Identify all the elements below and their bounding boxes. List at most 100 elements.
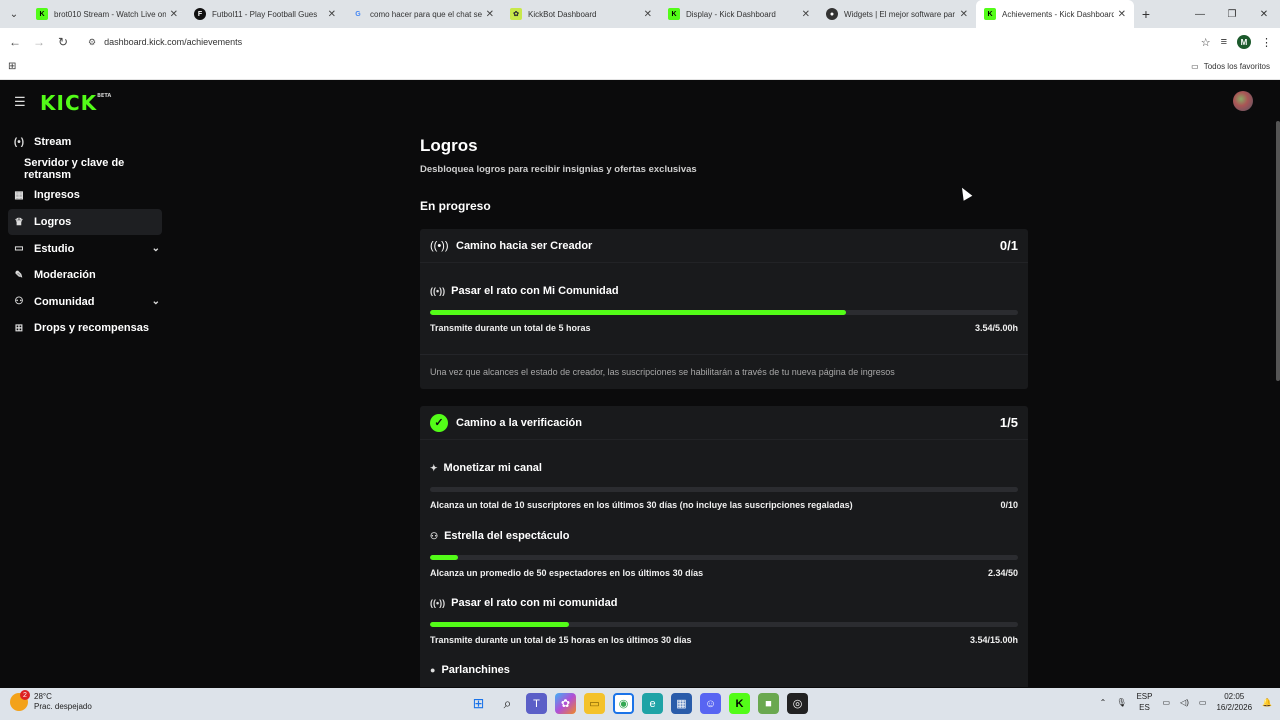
minimize-icon[interactable]: —: [1184, 0, 1216, 28]
teams-icon[interactable]: T: [526, 693, 547, 714]
site-info-icon[interactable]: ⚙: [88, 37, 96, 48]
viewers-icon: ⚇: [430, 530, 439, 541]
tab-search-icon[interactable]: ⌄: [0, 0, 28, 28]
language-indicator[interactable]: ESP ES: [1136, 691, 1152, 713]
close-icon[interactable]: ✕: [1118, 9, 1126, 20]
chrome-icon[interactable]: ◉: [613, 693, 634, 714]
section-heading: En progreso: [420, 199, 491, 213]
close-icon[interactable]: ✕: [328, 9, 336, 20]
weather-widget[interactable]: 2 28°C Prac. despejado: [10, 690, 92, 712]
sidebar-item-moderation[interactable]: ✎ Moderación: [8, 262, 168, 289]
bookmark-star-icon[interactable]: ☆: [1201, 36, 1211, 49]
beta-tag: BETA: [97, 93, 112, 99]
card-header[interactable]: ((•)) Camino hacia ser Creador 0/1: [420, 229, 1028, 263]
user-avatar[interactable]: [1233, 91, 1253, 111]
maximize-icon[interactable]: ❐: [1216, 0, 1248, 28]
discord-icon[interactable]: ☺: [700, 693, 721, 714]
tab-4[interactable]: K Display - Kick Dashboard ✕: [660, 0, 818, 28]
tab-title: Widgets | El mejor software par: [844, 9, 956, 19]
task-description: Alcanza un promedio de 50 espectadores e…: [430, 568, 704, 578]
task-title-text: Parlanchines: [441, 664, 510, 676]
microphone-icon[interactable]: 🎙: [1116, 698, 1126, 707]
reload-icon[interactable]: ↻: [51, 28, 75, 56]
minecraft-icon[interactable]: ■: [758, 693, 779, 714]
all-bookmarks-button[interactable]: ▭ Todos los favoritos: [1191, 62, 1270, 71]
close-icon[interactable]: ✕: [486, 9, 494, 20]
clock-time: 02:05: [1224, 692, 1245, 701]
sidebar-item-community[interactable]: ⚇ Comunidad ⌄: [8, 289, 168, 316]
broadcast-icon: ((•)): [430, 598, 446, 608]
more-menu-icon[interactable]: ⋮: [1261, 36, 1272, 49]
clock[interactable]: 02:05 16/2/2026: [1216, 691, 1252, 713]
media-controls-icon[interactable]: ≡: [1221, 36, 1227, 48]
close-icon[interactable]: ✕: [802, 9, 810, 20]
tab-0[interactable]: Kbrot010 Stream - Watch Live on ✕: [28, 0, 186, 28]
sidebar-item-label: Estudio: [34, 242, 75, 255]
sidebar-item-label: Ingresos: [34, 189, 80, 202]
profile-avatar[interactable]: M: [1237, 35, 1251, 49]
back-icon[interactable]: ←: [3, 28, 27, 56]
page-scrollbar[interactable]: [1276, 121, 1280, 381]
close-icon[interactable]: ✕: [170, 9, 178, 20]
task-title-text: Pasar el rato con Mi Comunidad: [451, 285, 619, 297]
achievement-task: ((•)) Pasar el rato con Mi Comunidad Tran…: [430, 285, 1018, 333]
task-description: Transmite durante un total de 5 horas: [430, 323, 591, 333]
all-bookmarks-label: Todos los favoritos: [1203, 62, 1270, 71]
calculator-icon[interactable]: ▦: [671, 693, 692, 714]
kick-dashboard: ☰ KICKBETA (•) Stream Servidor y clave de…: [0, 81, 1280, 687]
tab-2[interactable]: Gcomo hacer para que el chat se ✕: [344, 0, 502, 28]
network-icon[interactable]: ▭: [1162, 698, 1170, 707]
chat-bubble-icon: ●: [430, 665, 436, 675]
battery-icon[interactable]: ▭: [1199, 698, 1207, 707]
card-note: Una vez que alcances el estado de creado…: [420, 354, 1028, 389]
wrench-icon: ✎: [14, 269, 24, 281]
notifications-icon[interactable]: 🔔: [1262, 698, 1272, 707]
sidebar-item-server-key[interactable]: Servidor y clave de retransm: [8, 156, 168, 183]
sidebar-item-drops[interactable]: ⊞ Drops y recompensas: [8, 315, 168, 342]
os-taskbar: 2 28°C Prac. despejado ⊞ ⌕ T ✿ ▭ ◉ e ▦ ☺ …: [0, 688, 1280, 720]
sidebar-item-label: Logros: [34, 216, 72, 229]
new-tab-icon[interactable]: +: [1134, 6, 1158, 22]
sparkle-icon: ✦: [430, 462, 438, 473]
sidebar-item-label: Stream: [34, 136, 72, 149]
chevron-up-icon[interactable]: ⌃: [1100, 698, 1107, 707]
apps-grid-icon[interactable]: ⊞: [8, 61, 16, 72]
obs-icon[interactable]: ◎: [787, 693, 808, 714]
close-window-icon[interactable]: ✕: [1248, 0, 1280, 28]
windows-start-icon[interactable]: ⊞: [468, 693, 489, 714]
hamburger-menu-icon[interactable]: ☰: [14, 94, 26, 110]
system-tray: ⌃ 🎙 ESP ES ▭ ◁) ▭ 02:05 16/2/2026 🔔: [1100, 691, 1272, 713]
folder-icon: ▭: [1191, 62, 1199, 71]
forward-icon[interactable]: →: [27, 28, 51, 56]
progress-fill: [430, 555, 458, 560]
tab-title: brot010 Stream - Watch Live on: [54, 9, 166, 19]
logo-text: KICK: [40, 91, 98, 115]
kick-app-icon[interactable]: K: [729, 693, 750, 714]
tab-title: Achievements - Kick Dashboard: [1002, 9, 1114, 19]
search-icon[interactable]: ⌕: [497, 693, 518, 714]
sidebar-item-studio[interactable]: ▭ Estudio ⌄: [8, 235, 168, 262]
file-explorer-icon[interactable]: ▭: [584, 693, 605, 714]
close-icon[interactable]: ✕: [644, 9, 652, 20]
achievement-task: ((•)) Pasar el rato con mi comunidad Tran…: [430, 597, 1018, 645]
tab-6[interactable]: K Achievements - Kick Dashboard ✕: [976, 0, 1134, 28]
tab-1[interactable]: F Futbol11 - Play Football Gues ✕: [186, 0, 344, 28]
chevron-down-icon: ⌄: [151, 243, 160, 255]
tab-5[interactable]: ● Widgets | El mejor software par ✕: [818, 0, 976, 28]
card-header[interactable]: ✓ Camino a la verificación 1/5: [420, 406, 1028, 440]
page-subtitle: Desbloquea logros para recibir insignias…: [420, 164, 697, 175]
task-description: Transmite durante un total de 15 horas e…: [430, 635, 692, 645]
copilot-icon[interactable]: ✿: [555, 693, 576, 714]
volume-icon[interactable]: ◁): [1180, 698, 1189, 707]
broadcast-icon: ((•)): [430, 286, 446, 296]
sidebar-item-revenue[interactable]: ▦ Ingresos: [8, 182, 168, 209]
close-icon[interactable]: ✕: [960, 9, 968, 20]
tab-3[interactable]: ✿ KickBot Dashboard ✕: [502, 0, 660, 28]
kick-logo[interactable]: KICKBETA: [40, 91, 111, 115]
task-title: ● Parlanchines: [430, 664, 1018, 676]
sidebar-item-stream[interactable]: (•) Stream: [8, 129, 168, 156]
sidebar-item-label: Comunidad: [34, 295, 95, 308]
edge-icon[interactable]: e: [642, 693, 663, 714]
url-input[interactable]: ⚙ dashboard.kick.com/achievements: [82, 32, 1194, 52]
sidebar-item-achievements[interactable]: ♛ Logros: [8, 208, 162, 236]
